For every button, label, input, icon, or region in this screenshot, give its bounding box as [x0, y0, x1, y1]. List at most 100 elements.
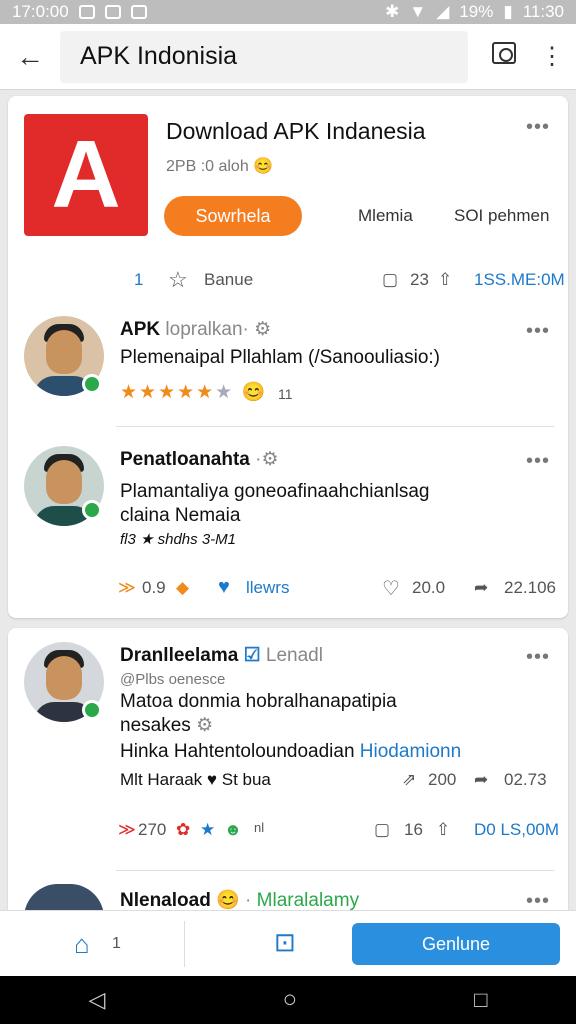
post-text-line3-text: Hinka Hahtentoloundoadian	[120, 741, 355, 762]
post-text-line4-b: St bua	[221, 770, 271, 789]
status-time-left: 17:0:00	[12, 2, 69, 21]
app-subtitle: 2PB :0 aloh 😊	[166, 156, 273, 176]
home-icon[interactable]: ⌂	[74, 929, 90, 960]
post-author-name: Penatloanahta	[120, 449, 250, 470]
fire-icon: ≫	[118, 820, 136, 839]
checkmark-icon: ☑	[243, 645, 261, 666]
post-more-icon[interactable]: •••	[526, 320, 550, 343]
message-icon	[104, 5, 121, 19]
meta-left: Mlemia	[358, 206, 413, 225]
share-icon[interactable]: ➦	[474, 578, 488, 598]
more-vertical-icon[interactable]: ⋮	[528, 42, 576, 71]
bottom-bar: ⌂ 1 ⊡ Genlune	[0, 910, 576, 976]
star-label[interactable]: Banue	[204, 270, 253, 290]
post-handle: @Plbs oenesce	[120, 671, 226, 688]
action-count: 1	[134, 270, 144, 289]
status-time-right: 11:30	[522, 2, 564, 21]
notification-icon	[78, 5, 95, 19]
share-icon[interactable]: ⇧	[438, 270, 452, 290]
post-author-name: Nlenaload	[120, 890, 211, 911]
like-icon[interactable]: ♡	[382, 576, 400, 601]
wifi-icon: ▼	[409, 2, 427, 21]
app-card: A Download APK Indanesia 2PB :0 aloh 😊 •…	[8, 96, 568, 618]
post-author-suffix: Lenadl	[265, 645, 323, 666]
comment-count: 23	[410, 270, 429, 289]
post-text-line1: Plamantaliya goneoafinaahchianlsag	[120, 481, 430, 502]
post-text: Plemenaipal Pllahlam (/Sanoouliasio:)	[120, 347, 441, 368]
star-outline-icon[interactable]: ☆	[168, 267, 188, 293]
verified-badge-icon	[82, 374, 102, 394]
post-author-suffix: lopralkan·	[165, 319, 249, 340]
more-options-icon[interactable]: •••	[526, 116, 550, 139]
stat-up: 200	[428, 770, 457, 789]
verified-badge-icon	[82, 500, 102, 520]
post-text-line2-text: nesakes	[120, 715, 191, 736]
upload-icon[interactable]: ⇗	[402, 770, 416, 790]
post-link[interactable]: Hiodamionn	[360, 741, 461, 762]
camera-icon[interactable]	[480, 42, 528, 71]
fire-icon: ≫	[118, 578, 136, 597]
badge-icon: ✿	[176, 820, 191, 839]
post-author-name: APK	[120, 319, 161, 340]
post-author[interactable]: Nlenaload 😊 · Mlaralalamy	[120, 888, 359, 912]
battery-icon: ▮	[503, 2, 513, 21]
rating-value: 11	[278, 386, 293, 402]
comment-count: 16	[404, 820, 423, 839]
emoji-icon: 😊	[216, 890, 240, 911]
share-count: 22.106	[504, 578, 556, 597]
generate-button[interactable]: Genlune	[352, 923, 560, 965]
rating-stars: ★★★★★★ 😊	[120, 382, 268, 403]
app-bar: ← APK Indonisia ⋮	[0, 24, 576, 90]
reaction-count: 270	[138, 820, 167, 839]
bluetooth-icon: ✱	[385, 2, 400, 21]
divider	[116, 870, 554, 871]
bookmark-icon[interactable]: ⊡	[274, 927, 296, 958]
verified-badge-icon	[82, 700, 102, 720]
system-nav-bar: ◁ ○ □	[0, 976, 576, 1024]
app-size: 1SS.ME:0M	[474, 270, 565, 289]
post-more-icon[interactable]: •••	[526, 450, 550, 473]
settings-icon: ·⚙	[255, 449, 279, 470]
heart-filled-icon[interactable]: ♥	[218, 576, 230, 599]
home-circle-icon[interactable]: ○	[283, 986, 298, 1014]
divider	[116, 426, 554, 427]
post-author[interactable]: Penatloanahta ·⚙	[120, 448, 279, 471]
post-more-icon[interactable]: •••	[526, 646, 550, 669]
settings-icon: ⚙	[196, 715, 214, 736]
post-text-line4-text: Mlt Haraak	[120, 770, 203, 789]
emoji-icon: 😊	[253, 158, 274, 175]
like-count: 20.0	[412, 578, 446, 597]
post-author-name: Dranlleelama	[120, 645, 239, 666]
download-button[interactable]: Sowrhela	[164, 196, 302, 236]
app-name: Download APK Indanesia	[166, 118, 426, 144]
comment-icon[interactable]: ▢	[382, 270, 398, 290]
app-subtitle-text: 2PB :0 aloh	[166, 158, 249, 175]
badge-icon: ◆	[176, 578, 190, 597]
comment-icon[interactable]: ▢	[374, 820, 390, 840]
post-text-line2: claina Nemaia	[120, 505, 241, 526]
page-title: APK Indonisia	[60, 30, 468, 83]
post-author[interactable]: APK lopralkan· ⚙	[120, 318, 271, 341]
status-bar: 17:0:00 ✱ ▼ ◢ 19% ▮ 11:30	[0, 0, 576, 24]
settings-icon: ⚙	[254, 319, 272, 340]
post-author-suffix: Mlaralalamy	[256, 890, 360, 911]
share-icon[interactable]: ⇧	[436, 820, 450, 840]
post-author[interactable]: Dranlleelama ☑ Lenadl	[120, 644, 323, 667]
home-count: 1	[112, 935, 121, 952]
link-label[interactable]: llewrs	[246, 578, 289, 598]
post-text-line4: Mlt Haraak ♥ St bua	[120, 770, 271, 789]
back-triangle-icon[interactable]: ◁	[89, 987, 106, 1013]
reaction-suffix: nl	[254, 820, 265, 835]
smile-icon: ☻	[224, 820, 242, 839]
app-notification-icon	[130, 5, 147, 19]
share-icon[interactable]: ➦	[474, 770, 488, 790]
recents-square-icon[interactable]: □	[474, 987, 487, 1013]
post-text-line1: Matoa donmia hobralhanapatipia	[120, 691, 397, 712]
signal-icon: ◢	[436, 2, 450, 21]
divider	[184, 921, 185, 967]
back-arrow-icon[interactable]: ←	[0, 41, 60, 73]
post-size: D0 LS,00M	[474, 820, 560, 839]
post-tags: fl3 ★ shdhs 3-M1	[120, 531, 236, 548]
post-text-line3: Hinka Hahtentoloundoadian Hiodamionn	[120, 740, 461, 764]
meta-right: SOI pehmen	[454, 206, 550, 225]
